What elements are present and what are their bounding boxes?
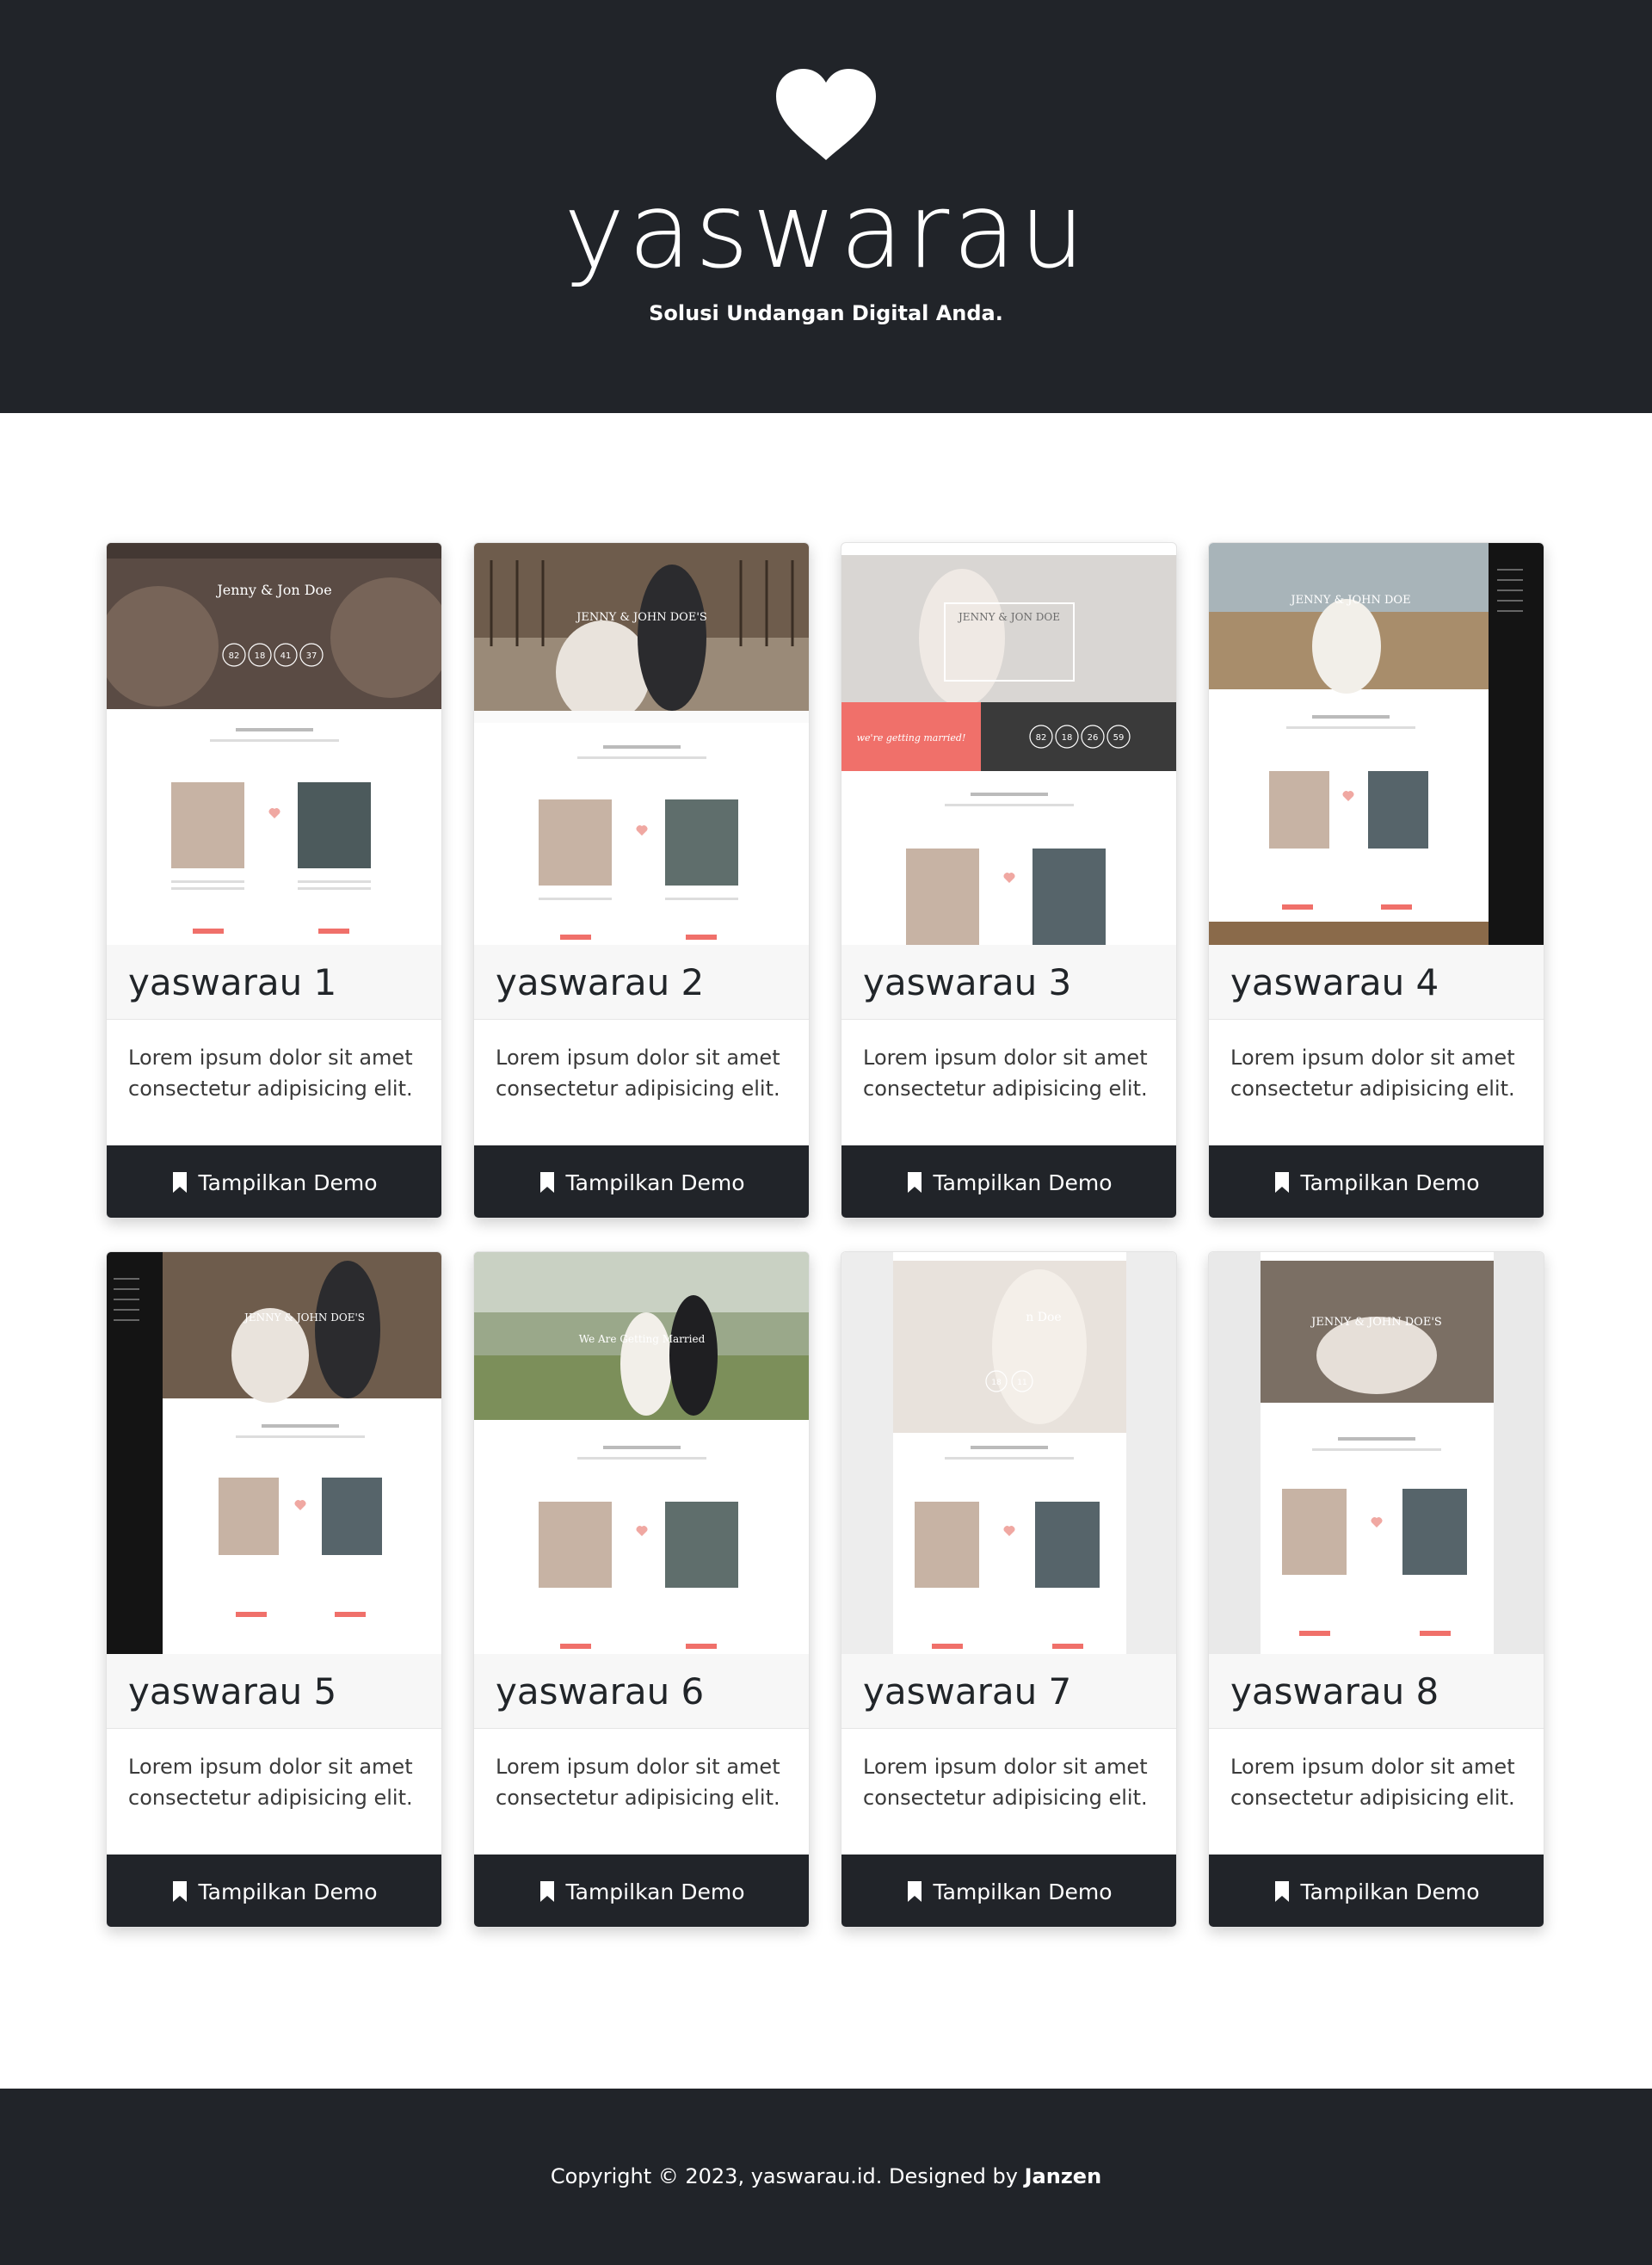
preview-heading: JENNY & JOHN DOE'S bbox=[575, 611, 707, 624]
bookmark-icon bbox=[1274, 1881, 1289, 1902]
template-preview-image[interactable]: JENNY & JOHN DOE'S bbox=[474, 543, 809, 945]
button-label: Tampilkan Demo bbox=[933, 1170, 1113, 1195]
bookmark-icon bbox=[539, 1881, 554, 1902]
show-demo-button[interactable]: Tampilkan Demo bbox=[841, 1855, 1176, 1927]
preview-heading: n Doe bbox=[1026, 1311, 1061, 1324]
show-demo-button[interactable]: Tampilkan Demo bbox=[1209, 1855, 1544, 1927]
template-preview-image[interactable]: n Doe 18 11 bbox=[841, 1252, 1176, 1654]
preview-countdown: 59 bbox=[1113, 733, 1125, 743]
preview-countdown: 82 bbox=[1036, 733, 1047, 743]
preview-countdown: 82 bbox=[229, 651, 240, 661]
card-title: yaswarau 3 bbox=[841, 945, 1176, 1020]
template-card: JENNY & JOHN DOE'S yaswarau 8 Lorem ipsu… bbox=[1208, 1251, 1544, 1928]
designer-link[interactable]: Janzen bbox=[1025, 2164, 1102, 2188]
card-title: yaswarau 7 bbox=[841, 1654, 1176, 1729]
site-header: yaswarau Solusi Undangan Digital Anda. bbox=[0, 0, 1652, 413]
bookmark-icon bbox=[539, 1172, 554, 1193]
preview-heading: JENNY & JOHN DOE'S bbox=[243, 1311, 365, 1324]
heart-icon bbox=[776, 69, 876, 160]
template-card: We Are Getting Married yaswarau 6 Lorem … bbox=[473, 1251, 810, 1928]
button-label: Tampilkan Demo bbox=[198, 1170, 378, 1195]
tagline: Solusi Undangan Digital Anda. bbox=[649, 301, 1003, 325]
template-card: JENNY & JON DOE we're getting married! 8… bbox=[841, 542, 1177, 1219]
show-demo-button[interactable]: Tampilkan Demo bbox=[841, 1145, 1176, 1218]
card-description: Lorem ipsum dolor sit amet consectetur a… bbox=[128, 1046, 413, 1101]
bookmark-icon bbox=[172, 1172, 187, 1193]
preview-countdown: 37 bbox=[306, 651, 317, 661]
template-preview-image[interactable]: We Are Getting Married bbox=[474, 1252, 809, 1654]
template-card: JENNY & JOHN DOE'S yaswarau 2 Lorem ipsu… bbox=[473, 542, 810, 1219]
bookmark-icon bbox=[172, 1881, 187, 1902]
card-title: yaswarau 2 bbox=[474, 945, 809, 1020]
card-description: Lorem ipsum dolor sit amet consectetur a… bbox=[128, 1755, 413, 1810]
card-description: Lorem ipsum dolor sit amet consectetur a… bbox=[863, 1046, 1148, 1101]
button-label: Tampilkan Demo bbox=[565, 1170, 745, 1195]
template-card: Jenny & Jon Doe 82 18 41 37 yaswarau 1 L… bbox=[106, 542, 442, 1219]
card-description: Lorem ipsum dolor sit amet consectetur a… bbox=[1230, 1046, 1515, 1101]
button-label: Tampilkan Demo bbox=[1300, 1170, 1480, 1195]
card-title: yaswarau 1 bbox=[107, 945, 441, 1020]
button-label: Tampilkan Demo bbox=[933, 1879, 1113, 1904]
show-demo-button[interactable]: Tampilkan Demo bbox=[474, 1855, 809, 1927]
site-footer: Copyright © 2023, yaswarau.id. Designed … bbox=[0, 2089, 1652, 2265]
card-title: yaswarau 5 bbox=[107, 1654, 441, 1729]
button-label: Tampilkan Demo bbox=[198, 1879, 378, 1904]
show-demo-button[interactable]: Tampilkan Demo bbox=[1209, 1145, 1544, 1218]
template-grid: Jenny & Jon Doe 82 18 41 37 yaswarau 1 L… bbox=[106, 542, 1546, 1929]
card-description: Lorem ipsum dolor sit amet consectetur a… bbox=[496, 1755, 780, 1810]
show-demo-button[interactable]: Tampilkan Demo bbox=[107, 1145, 441, 1218]
card-description: Lorem ipsum dolor sit amet consectetur a… bbox=[1230, 1755, 1515, 1810]
brand-title[interactable]: yaswarau bbox=[0, 168, 1652, 297]
show-demo-button[interactable]: Tampilkan Demo bbox=[107, 1855, 441, 1927]
card-description: Lorem ipsum dolor sit amet consectetur a… bbox=[496, 1046, 780, 1101]
card-title: yaswarau 6 bbox=[474, 1654, 809, 1729]
card-title: yaswarau 8 bbox=[1209, 1654, 1544, 1729]
template-preview-image[interactable]: JENNY & JOHN DOE'S bbox=[1209, 1252, 1544, 1654]
button-label: Tampilkan Demo bbox=[1300, 1879, 1480, 1904]
copyright-text: Copyright © 2023, yaswarau.id. Designed … bbox=[550, 2164, 1018, 2188]
template-card: n Doe 18 11 yaswarau 7 Lorem ipsum dolor… bbox=[841, 1251, 1177, 1928]
preview-countdown: 18 bbox=[1062, 733, 1073, 743]
template-preview-image[interactable]: Jenny & Jon Doe 82 18 41 37 bbox=[107, 543, 441, 945]
template-card: JENNY & JOHN DOE yaswarau 4 Lorem ipsum … bbox=[1208, 542, 1544, 1219]
preview-countdown: 41 bbox=[280, 651, 292, 661]
preview-countdown: 18 bbox=[255, 651, 266, 661]
preview-countdown: 26 bbox=[1088, 733, 1099, 743]
preview-heading: JENNY & JOHN DOE bbox=[1289, 594, 1410, 607]
template-preview-image[interactable]: JENNY & JOHN DOE bbox=[1209, 543, 1544, 945]
preview-banner: we're getting married! bbox=[857, 732, 966, 744]
show-demo-button[interactable]: Tampilkan Demo bbox=[474, 1145, 809, 1218]
bookmark-icon bbox=[907, 1881, 922, 1902]
template-card: JENNY & JOHN DOE'S yaswarau 5 Lorem ipsu… bbox=[106, 1251, 442, 1928]
preview-countdown: 18 bbox=[991, 1379, 1002, 1387]
template-preview-image[interactable]: JENNY & JON DOE we're getting married! 8… bbox=[841, 543, 1176, 945]
preview-heading: JENNY & JOHN DOE'S bbox=[1310, 1316, 1442, 1329]
preview-countdown: 11 bbox=[1017, 1379, 1026, 1387]
button-label: Tampilkan Demo bbox=[565, 1879, 745, 1904]
preview-heading: JENNY & JON DOE bbox=[957, 611, 1060, 623]
bookmark-icon bbox=[1274, 1172, 1289, 1193]
template-preview-image[interactable]: JENNY & JOHN DOE'S bbox=[107, 1252, 441, 1654]
card-title: yaswarau 4 bbox=[1209, 945, 1544, 1020]
bookmark-icon bbox=[907, 1172, 922, 1193]
preview-heading: We Are Getting Married bbox=[579, 1333, 706, 1345]
card-description: Lorem ipsum dolor sit amet consectetur a… bbox=[863, 1755, 1148, 1810]
preview-heading: Jenny & Jon Doe bbox=[215, 582, 331, 598]
